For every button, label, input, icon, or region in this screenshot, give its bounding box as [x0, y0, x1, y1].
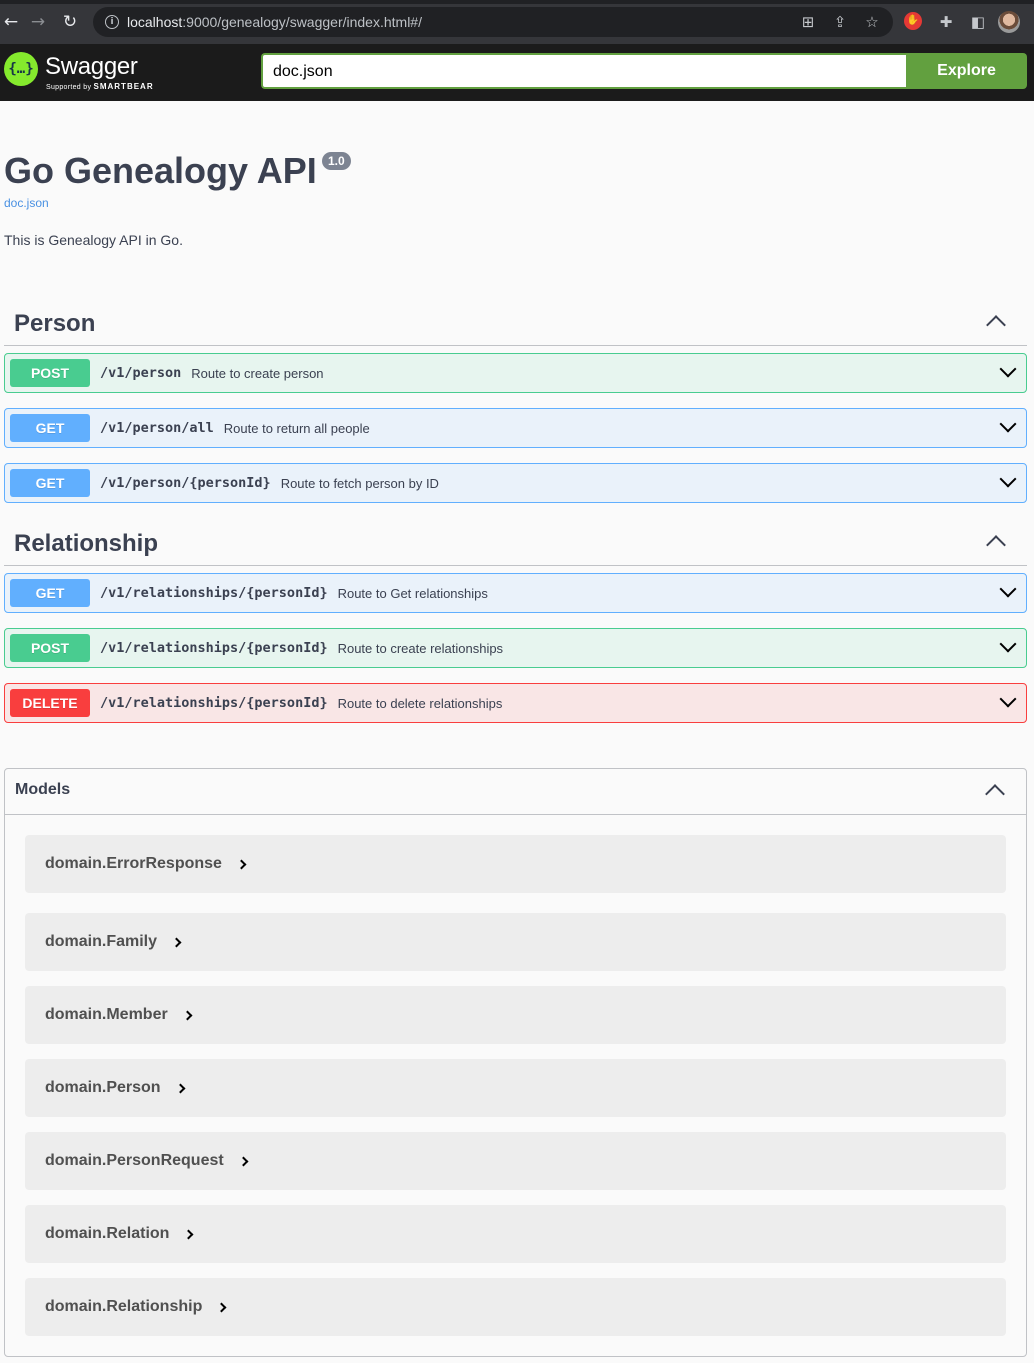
expand-chevron-icon[interactable]: [999, 690, 1017, 708]
tag-header-relationship[interactable]: Relationship: [4, 522, 1027, 566]
operation-summary: Route to return all people: [223, 420, 370, 436]
url-text[interactable]: localhost:9000/genealogy/swagger/index.h…: [127, 14, 422, 30]
translate-icon[interactable]: ⊞: [798, 12, 818, 32]
method-badge: GET: [10, 469, 90, 497]
method-badge: DELETE: [10, 689, 90, 717]
model-item[interactable]: domain.ErrorResponse: [25, 835, 1006, 893]
side-panel-icon[interactable]: ◧: [968, 12, 988, 32]
swagger-topbar: {…} Swagger Supported by SMARTBEAR doc.j…: [0, 44, 1034, 101]
operation-path: /v1/person/all: [100, 420, 214, 436]
version-badge: 1.0: [322, 152, 351, 170]
operation-delete-relationships[interactable]: DELETE /v1/relationships/{personId} Rout…: [4, 683, 1027, 723]
brand-subtitle: Supported by SMARTBEAR: [46, 82, 154, 91]
operation-summary: Route to Get relationships: [337, 585, 488, 601]
spec-url-input[interactable]: doc.json: [261, 53, 907, 89]
model-item[interactable]: domain.PersonRequest: [25, 1132, 1006, 1190]
expand-chevron-icon[interactable]: [999, 415, 1017, 433]
tag-title: Relationship: [14, 530, 159, 557]
model-name: domain.Relation: [45, 1225, 170, 1242]
operation-path: /v1/person/{personId}: [100, 475, 271, 491]
extension-adblock-icon[interactable]: ✋: [904, 12, 924, 32]
chevron-right-icon[interactable]: [175, 1083, 186, 1093]
method-badge: POST: [10, 359, 90, 387]
address-bar[interactable]: i localhost:9000/genealogy/swagger/index…: [93, 7, 893, 37]
api-description: This is Genealogy API in Go.: [4, 232, 183, 248]
operation-get-person-by-id[interactable]: GET /v1/person/{personId} Route to fetch…: [4, 463, 1027, 503]
operation-summary: Route to fetch person by ID: [280, 475, 439, 491]
explore-button[interactable]: Explore: [906, 53, 1027, 89]
expand-chevron-icon[interactable]: [999, 580, 1017, 598]
model-name: domain.Person: [45, 1079, 161, 1096]
operation-path: /v1/relationships/{personId}: [100, 585, 328, 601]
model-name: domain.PersonRequest: [45, 1152, 224, 1169]
operation-get-relationships[interactable]: GET /v1/relationships/{personId} Route t…: [4, 573, 1027, 613]
collapse-chevron-icon[interactable]: [986, 315, 1006, 335]
chevron-right-icon[interactable]: [182, 1010, 193, 1020]
tag-header-person[interactable]: Person: [4, 302, 1027, 346]
operation-summary: Route to create person: [191, 365, 324, 381]
models-header[interactable]: Models: [5, 769, 1026, 815]
model-name: domain.ErrorResponse: [45, 855, 222, 872]
model-item[interactable]: domain.Person: [25, 1059, 1006, 1117]
expand-chevron-icon[interactable]: [999, 360, 1017, 378]
expand-chevron-icon[interactable]: [999, 470, 1017, 488]
models-title: Models: [15, 781, 71, 798]
reload-icon[interactable]: ↻: [59, 11, 81, 33]
model-item[interactable]: domain.Family: [25, 913, 1006, 971]
model-name: domain.Family: [45, 933, 158, 950]
share-icon[interactable]: ⇪: [830, 12, 850, 32]
browser-toolbar: ← → ↻ i localhost:9000/genealogy/swagger…: [0, 0, 1034, 44]
bookmark-star-icon[interactable]: ☆: [862, 12, 882, 32]
browser-tabstrip-edge: [0, 0, 1034, 4]
chevron-right-icon[interactable]: [236, 859, 247, 869]
forward-icon[interactable]: →: [27, 11, 49, 33]
operation-post-person[interactable]: POST /v1/person Route to create person: [4, 353, 1027, 393]
operation-summary: Route to delete relationships: [337, 695, 503, 711]
model-item[interactable]: domain.Member: [25, 986, 1006, 1044]
profile-avatar-icon[interactable]: [998, 11, 1020, 33]
operation-post-relationships[interactable]: POST /v1/relationships/{personId} Route …: [4, 628, 1027, 668]
operation-get-person-all[interactable]: GET /v1/person/all Route to return all p…: [4, 408, 1027, 448]
models-section: Models domain.ErrorResponse domain.Famil…: [4, 768, 1027, 1357]
tag-title: Person: [14, 310, 96, 337]
extensions-puzzle-icon[interactable]: ✚: [936, 12, 956, 32]
operation-path: /v1/person: [100, 365, 182, 381]
model-name: domain.Member: [45, 1006, 168, 1023]
collapse-chevron-icon[interactable]: [986, 535, 1006, 555]
operation-path: /v1/relationships/{personId}: [100, 640, 328, 656]
back-icon[interactable]: ←: [0, 11, 22, 33]
chevron-right-icon[interactable]: [171, 937, 182, 947]
chevron-right-icon[interactable]: [184, 1229, 194, 1239]
chevron-right-icon[interactable]: [238, 1156, 249, 1166]
model-item[interactable]: domain.Relationship: [25, 1278, 1006, 1336]
spec-link[interactable]: doc.json: [4, 196, 49, 210]
method-badge: GET: [10, 579, 90, 607]
method-badge: POST: [10, 634, 90, 662]
model-name: domain.Relationship: [45, 1298, 203, 1315]
swagger-logo-icon[interactable]: {…}: [4, 52, 38, 86]
method-badge: GET: [10, 414, 90, 442]
collapse-chevron-icon[interactable]: [985, 784, 1005, 804]
operation-path: /v1/relationships/{personId}: [100, 695, 328, 711]
site-info-icon[interactable]: i: [105, 15, 119, 29]
swagger-brand[interactable]: Swagger: [45, 53, 138, 81]
operation-summary: Route to create relationships: [337, 640, 504, 656]
expand-chevron-icon[interactable]: [999, 635, 1017, 653]
model-item[interactable]: domain.Relation: [25, 1205, 1006, 1263]
chevron-right-icon[interactable]: [216, 1302, 227, 1312]
api-title: Go Genealogy API: [4, 150, 317, 191]
